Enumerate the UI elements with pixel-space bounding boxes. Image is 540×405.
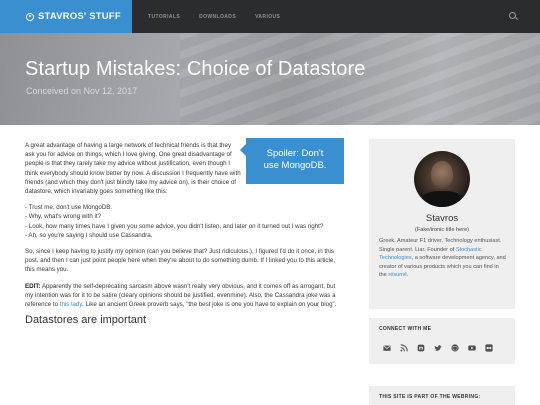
author-card: Stavros (Fake/ironic title here) Greek. … [369,139,515,309]
github-icon[interactable] [451,344,459,352]
top-navbar: STAVROS' STUFF TUTORIALS DOWNLOADS VARIO… [0,0,540,33]
webring-card: THIS SITE IS PART OF THE WEBRING: [369,386,515,405]
nav-link-various[interactable]: VARIOUS [255,14,280,20]
webring-heading: THIS SITE IS PART OF THE WEBRING: [379,394,481,400]
spoiler-line: use MongoDB. [263,160,327,171]
social-icons [383,344,502,352]
post-date: Conceived on Nov 12, 2017 [26,86,138,96]
rss-icon[interactable] [400,344,408,352]
flickr-icon[interactable] [485,344,493,352]
connect-heading: CONNECT WITH ME [379,326,432,332]
nav-link-tutorials[interactable]: TUTORIALS [148,14,180,20]
connect-card: CONNECT WITH ME [369,318,515,364]
bio-text: . [407,272,409,279]
avatar [414,151,470,207]
brand-title: STAVROS' STUFF [38,11,121,22]
email-icon[interactable] [383,344,391,352]
dialog-line: - Trust me, don't use MongoDB. [25,204,113,212]
spoiler-callout: Spoiler: Don't use MongoDB. [240,138,344,184]
mastodon-icon[interactable] [417,344,425,352]
dialog-line: - Look, how many times have I given you … [25,222,324,230]
spoiler-line: Spoiler: Don't [266,148,324,159]
section-heading: Datastores are important [25,314,147,327]
edit-label: EDIT: [25,282,41,290]
nav-link-downloads[interactable]: DOWNLOADS [199,14,236,20]
site-brand[interactable]: STAVROS' STUFF [0,0,132,33]
article-intro: A great advantage of having a large netw… [25,142,241,196]
article-paragraph: So, since I keep having to justify my op… [25,248,336,274]
twitter-icon[interactable] [434,344,442,352]
youtube-icon[interactable] [468,344,476,352]
hero-banner: Startup Mistakes: Choice of Datastore Co… [0,33,540,125]
dialog-line: - Ah, so you're saying I should use Cass… [25,231,153,239]
author-name: Stavros [425,213,459,224]
dialog-line: - Why, what's wrong with it? [25,213,102,221]
edit-note: EDIT: Apparently the self-deprecating sa… [25,282,337,310]
page-title: Startup Mistakes: Choice of Datastore [25,58,366,80]
bio-text: Greek. Amateur F1 driver. Technology ent… [379,238,502,253]
brand-logo-icon [26,12,34,21]
author-bio: Greek. Amateur F1 driver. Technology ent… [379,237,507,280]
this-lady-link[interactable]: this lady [60,301,82,308]
author-subtitle: (Fake/ironic title here) [414,227,470,233]
dialog-list: - Trust me, don't use MongoDB. - Why, wh… [25,203,337,240]
search-icon[interactable] [509,12,516,19]
resume-link[interactable]: résumé [388,272,407,278]
nav-links: TUTORIALS DOWNLOADS VARIOUS [148,0,299,33]
edit-text: . Like an ancient Greek proverb says, "t… [82,301,337,309]
